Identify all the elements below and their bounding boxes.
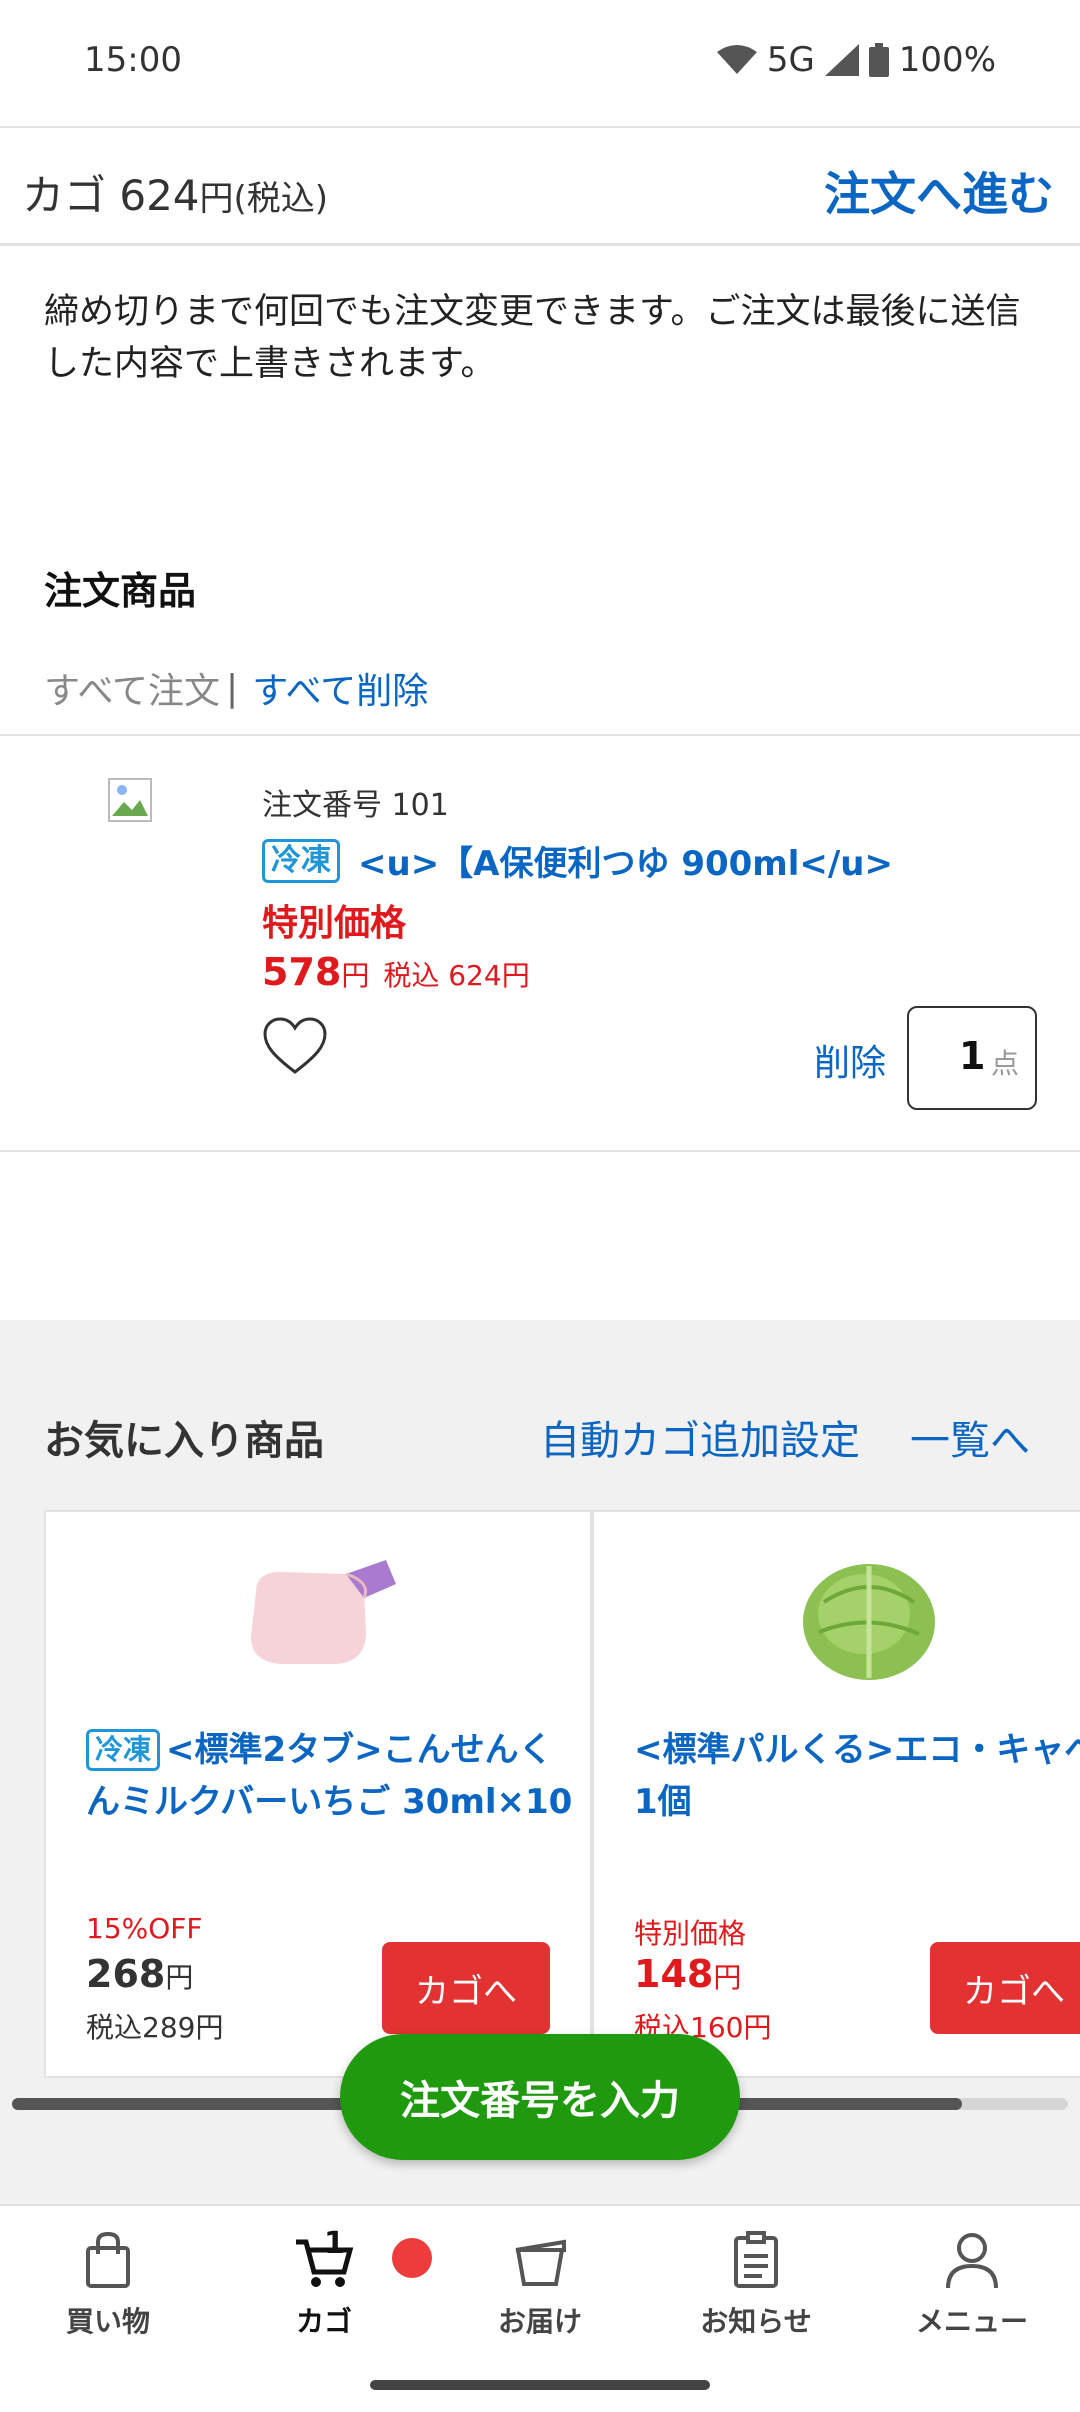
delete-all-link[interactable]: すべて削除 — [252, 662, 428, 714]
nav-news[interactable]: お知らせ — [656, 2228, 856, 2358]
favorite-card-price: 148 円 — [634, 1952, 741, 1996]
nav-shop[interactable]: 買い物 — [8, 2228, 208, 2358]
favorites-list-link[interactable]: 一覧へ — [910, 1408, 1030, 1466]
discount-badge: 15%OFF — [86, 1912, 203, 1945]
favorite-card-price-yen: 円 — [713, 1961, 742, 1994]
nav-menu[interactable]: メニュー — [872, 2228, 1072, 2358]
broken-image-icon — [108, 778, 152, 822]
frozen-tag: 冷凍 — [262, 838, 340, 883]
item-name-link[interactable]: <u>【A保便利つゆ 900ml</u> — [358, 836, 893, 885]
item-tax-price: 税込 624円 — [383, 959, 530, 992]
add-to-cart-button[interactable]: カゴへ — [930, 1942, 1080, 2034]
favorite-card[interactable]: 冷凍 <標準2タブ>こんせんくんミルクバーいちご 30ml×10 15%OFF 2… — [44, 1510, 592, 2078]
nav-delivery-label: お届け — [497, 2305, 582, 2338]
favorite-card-price: 268 円 — [86, 1952, 193, 1996]
person-icon — [946, 2233, 998, 2289]
lettuce-icon — [803, 1564, 935, 1680]
status-indicators: 5G 100% — [716, 40, 996, 80]
cart-tax-note: (税込) — [233, 179, 329, 219]
enter-order-number-button[interactable]: 注文番号を入力 — [340, 2034, 740, 2160]
nav-menu-label: メニュー — [915, 2305, 1028, 2338]
cart-total: カゴ 624円(税込) — [22, 162, 328, 223]
battery-level: 100% — [898, 40, 996, 80]
special-price-badge: 特別価格 — [634, 1917, 747, 1950]
favorite-card-title[interactable]: <標準パルくる>エコ・キャベツ 1個 — [634, 1724, 1080, 1828]
favorite-card-price-yen: 円 — [165, 1961, 194, 1994]
item-price: 578 円 税込 624円 — [262, 950, 530, 994]
wifi-icon — [716, 45, 757, 74]
order-all-link[interactable]: すべて注文 — [44, 662, 220, 714]
ordered-items-title: 注文商品 — [44, 569, 197, 613]
home-indicator[interactable] — [370, 2380, 710, 2390]
heart-icon[interactable] — [262, 1016, 328, 1076]
quantity-unit: 点 — [991, 1047, 1020, 1080]
special-price-label: 特別価格 — [262, 903, 407, 944]
quantity-field[interactable]: 1 点 — [907, 1006, 1037, 1110]
proceed-to-order-link[interactable]: 注文へ進む — [824, 158, 1054, 224]
nav-cart[interactable]: 1 カゴ — [224, 2226, 432, 2358]
frozen-tag: 冷凍 — [86, 1729, 161, 1771]
favorite-card[interactable]: <標準パルくる>エコ・キャベツ 1個 特別価格 148円 税込160円 カゴへ — [592, 1510, 1080, 2078]
cart-total-yen: 円 — [199, 179, 234, 219]
bottom-nav: 買い物 1 カゴ お届け お知らせ メニュー — [0, 2204, 1080, 2412]
item-price-value: 578 — [262, 950, 342, 994]
order-number: 注文番号 101 — [262, 788, 449, 823]
favorites-title: お気に入り商品 — [44, 1418, 324, 1464]
battery-icon — [868, 43, 889, 77]
delivery-box-icon — [515, 2239, 566, 2286]
favorite-card-tax: 税込289円 — [86, 2011, 224, 2044]
favorite-card-title[interactable]: 冷凍 <標準2タブ>こんせんくんミルクバーいちご 30ml×10 — [86, 1724, 586, 1828]
status-bar: 15:00 5G 100% — [0, 0, 1080, 124]
cart-item: 注文番号 101 冷凍 <u>【A保便利つゆ 900ml</u> 特別価格 57… — [0, 734, 1080, 1152]
item-delete-link[interactable]: 削除 — [814, 1034, 886, 1086]
shopping-bag-icon — [86, 2231, 130, 2288]
add-to-cart-button[interactable]: カゴへ — [382, 1942, 550, 2034]
order-actions: すべて注文 | すべて削除 — [44, 662, 428, 714]
network-label: 5G — [766, 40, 815, 80]
cart-total-label: カゴ 624 — [22, 171, 200, 220]
nav-news-label: お知らせ — [700, 2305, 812, 2338]
clipboard-icon — [734, 2231, 778, 2288]
item-price-yen: 円 — [341, 959, 370, 992]
separator: | — [226, 667, 239, 709]
favorites-carousel[interactable]: 冷凍 <標準2タブ>こんせんくんミルクバーいちご 30ml×10 15%OFF 2… — [44, 1510, 1080, 2078]
socks-icon — [251, 1560, 396, 1664]
favorite-card-price-value: 268 — [86, 1952, 166, 1996]
cart-header: カゴ 624円(税込) 注文へ進む — [0, 126, 1080, 246]
cart-notification-dot — [392, 2238, 432, 2278]
order-change-notice: 締め切りまで何回でも注文変更できます。ご注文は最後に送信した内容で上書きされます… — [44, 292, 1021, 384]
status-time: 15:00 — [84, 40, 182, 80]
favorite-card-price-value: 148 — [634, 1952, 714, 1996]
nav-cart-label: カゴ — [295, 2305, 352, 2338]
signal-icon — [824, 44, 859, 76]
auto-add-settings-link[interactable]: 自動カゴ追加設定 — [540, 1408, 860, 1466]
quantity-value: 1 — [959, 1034, 986, 1078]
item-title-row: 冷凍 <u>【A保便利つゆ 900ml</u> — [262, 836, 893, 885]
nav-delivery[interactable]: お届け — [440, 2228, 640, 2358]
nav-shop-label: 買い物 — [65, 2305, 150, 2338]
cart-count-badge: 1 — [324, 2226, 345, 2261]
